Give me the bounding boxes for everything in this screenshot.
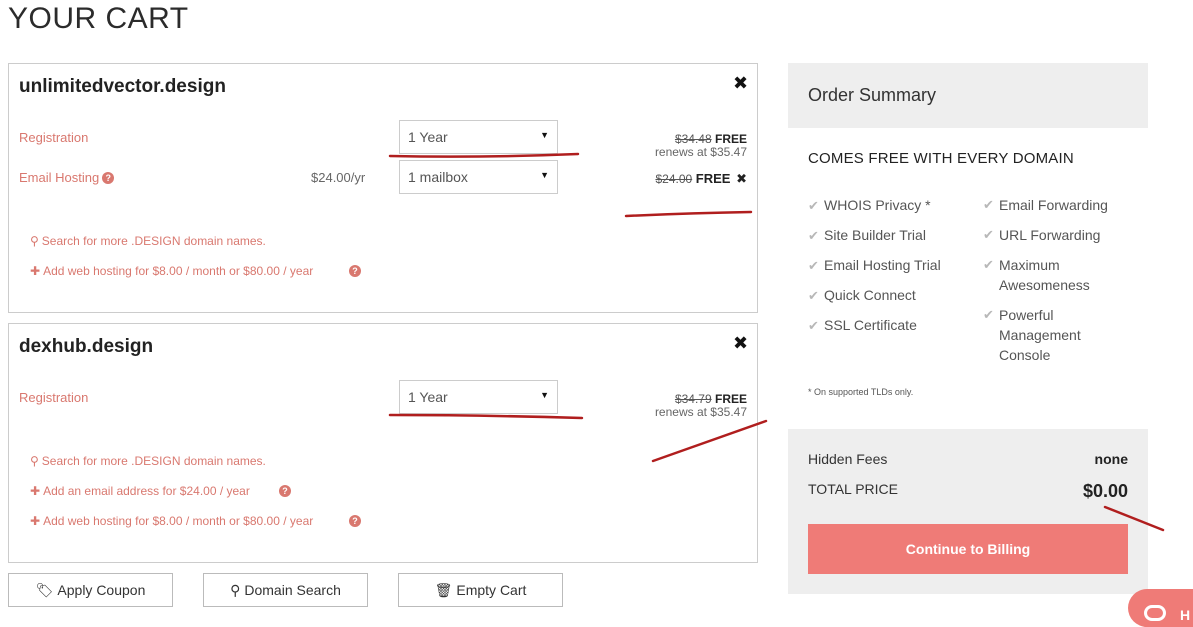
remove-email-icon[interactable]: ✖	[736, 171, 747, 186]
apply-coupon-button[interactable]: 🏷 Apply Coupon	[8, 573, 173, 607]
feature-item: ✔ Email Forwarding	[983, 195, 1133, 225]
hidden-fees-label: Hidden Fees	[808, 451, 888, 467]
continue-to-billing-button[interactable]: Continue to Billing	[808, 524, 1128, 574]
mailbox-select[interactable]: 1 mailbox ▼	[399, 160, 558, 194]
plus-icon: ✚	[30, 484, 41, 498]
help-icon[interactable]: ?	[349, 265, 361, 277]
domain-name: dexhub.design	[19, 336, 154, 357]
totals-panel: Hidden Fees none TOTAL PRICE $0.00 Conti…	[788, 429, 1148, 594]
help-icon[interactable]: ?	[102, 172, 115, 184]
original-price: $34.79	[674, 392, 712, 406]
registration-price: $34.79 FREE	[675, 392, 747, 406]
original-price: $34.48	[674, 132, 712, 146]
feature-item: ✔ Powerful Management Console	[983, 307, 1081, 363]
order-summary-title: Order Summary	[808, 85, 937, 105]
check-icon: ✔	[808, 288, 819, 303]
help-icon[interactable]: ?	[349, 515, 361, 527]
remove-domain-icon[interactable]: ✖	[733, 334, 748, 352]
footnote: * On supported TLDs only.	[808, 387, 914, 397]
help-icon[interactable]: ?	[279, 485, 291, 497]
feature-item: ✔ Site Builder Trial	[808, 225, 978, 255]
feature-item: ✔ Email Hosting Trial	[808, 255, 978, 285]
mailbox-value: 1 mailbox	[408, 169, 468, 185]
domain-card: unlimitedvector.design ✖ Registration 1 …	[8, 63, 758, 313]
registration-price: $34.48 FREE	[675, 132, 747, 146]
registration-label: Registration	[19, 130, 89, 145]
registration-term-select[interactable]: 1 Year ▼	[399, 120, 558, 154]
remove-domain-icon[interactable]: ✖	[733, 74, 748, 92]
add-web-hosting-link[interactable]: ✚ Add web hosting for $8.00 / month or $8…	[30, 514, 313, 528]
features-list-left: ✔ WHOIS Privacy * ✔ Site Builder Trial ✔ Em…	[808, 195, 978, 345]
email-price: $24.00 FREE ✖	[655, 171, 747, 187]
check-icon: ✔	[983, 197, 994, 212]
search-domains-link[interactable]: ⚲ Search for more .DESIGN domain names.	[30, 454, 266, 468]
free-label: FREE	[714, 392, 747, 406]
chevron-down-icon: ▼	[540, 130, 549, 140]
email-hosting-text: Email Hosting	[19, 170, 100, 185]
check-icon: ✔	[808, 198, 819, 213]
feature-item: ✔ SSL Certificate	[808, 315, 978, 345]
feature-item: ✔ Quick Connect	[808, 285, 978, 315]
plus-icon: ✚	[30, 514, 41, 528]
check-icon: ✔	[808, 228, 819, 243]
domain-search-button[interactable]: ⚲ Domain Search	[203, 573, 368, 607]
features-list-right: ✔ Email Forwarding ✔ URL Forwarding ✔ Maxim…	[983, 195, 1133, 365]
check-icon: ✔	[808, 258, 819, 273]
registration-term-select[interactable]: 1 Year ▼	[399, 380, 558, 414]
original-price: $24.00	[655, 172, 693, 186]
chevron-down-icon: ▼	[540, 170, 549, 180]
registration-label: Registration	[19, 390, 89, 405]
hidden-fees-value: none	[1094, 451, 1128, 467]
check-icon: ✔	[983, 307, 994, 322]
feature-item: ✔ Maximum Awesomeness	[983, 255, 1133, 305]
add-email-link[interactable]: ✚ Add an email address for $24.00 / year	[30, 484, 250, 498]
feature-item: ✔ URL Forwarding	[983, 225, 1133, 255]
plus-icon: ✚	[30, 264, 41, 278]
check-icon: ✔	[983, 257, 994, 272]
chat-bubble-icon	[1144, 605, 1166, 621]
search-icon: ⚲	[30, 234, 39, 248]
domain-name: unlimitedvector.design	[19, 76, 226, 97]
search-domains-link[interactable]: ⚲ Search for more .DESIGN domain names.	[30, 234, 266, 248]
check-icon: ✔	[983, 227, 994, 242]
free-features-heading: COMES FREE WITH EVERY DOMAIN	[808, 150, 1074, 167]
search-icon: ⚲	[30, 454, 39, 468]
order-summary-header: Order Summary	[788, 63, 1148, 128]
empty-cart-button[interactable]: 🗑 Empty Cart	[398, 573, 563, 607]
chevron-down-icon: ▼	[540, 390, 549, 400]
email-hosting-label: Email Hosting?	[19, 170, 115, 185]
total-price-value: $0.00	[1082, 481, 1128, 501]
email-hosting-price: $24.00/yr	[311, 170, 366, 185]
free-label: FREE	[714, 132, 747, 146]
search-icon: ⚲	[230, 582, 241, 598]
registration-term-value: 1 Year	[408, 129, 448, 145]
page-title: YOUR CART	[8, 2, 189, 35]
help-chat-label: H	[1180, 607, 1191, 623]
add-web-hosting-link[interactable]: ✚ Add web hosting for $8.00 / month or $8…	[30, 264, 313, 278]
trash-icon: 🗑	[434, 582, 453, 598]
tag-icon: 🏷	[35, 582, 54, 598]
free-label: FREE	[695, 171, 731, 186]
domain-card: dexhub.design ✖ Registration 1 Year ▼ $3…	[8, 323, 758, 563]
renewal-price: renews at $35.47	[654, 405, 747, 419]
renewal-price: renews at $35.47	[654, 145, 747, 159]
total-price-label: TOTAL PRICE	[808, 481, 898, 497]
check-icon: ✔	[808, 318, 819, 333]
registration-term-value: 1 Year	[408, 389, 448, 405]
help-chat-button[interactable]: H	[1128, 589, 1193, 627]
feature-item: ✔ WHOIS Privacy *	[808, 195, 978, 225]
